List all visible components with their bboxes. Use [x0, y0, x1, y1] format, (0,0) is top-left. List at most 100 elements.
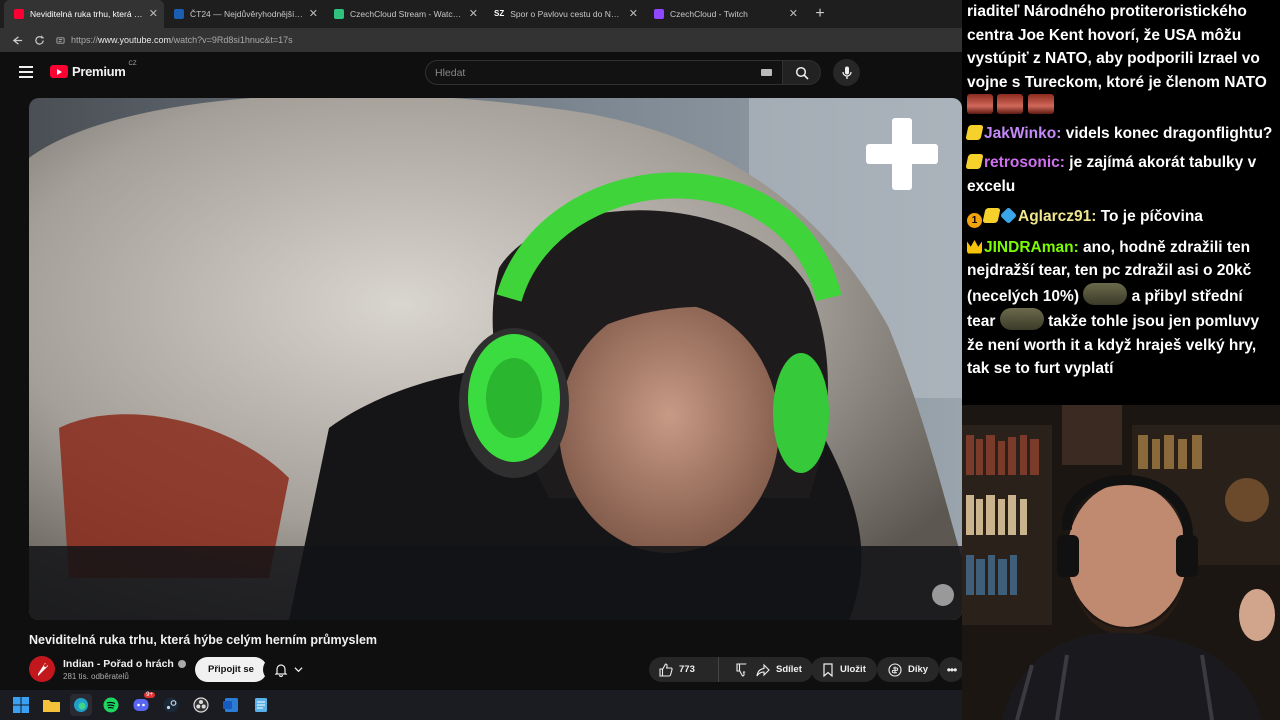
super-thanks-icon: [888, 662, 902, 677]
close-tab-icon[interactable]: ✕: [149, 7, 158, 20]
flex-badge-icon: [965, 124, 984, 140]
ct24-favicon-icon: [174, 9, 184, 19]
search-placeholder: Hledat: [435, 66, 466, 79]
close-tab-icon[interactable]: ✕: [789, 7, 798, 20]
search-input[interactable]: Hledat: [425, 60, 783, 85]
flex-badge-icon: [982, 208, 1001, 223]
chat-message: retrosonic: je zajímá akorát tabulky v e…: [965, 151, 1274, 198]
chat-username[interactable]: retrosonic:: [984, 154, 1065, 171]
emote-creature-icon: [1083, 282, 1128, 305]
stream-chat: riaditeľ Národného protiteroristického c…: [962, 0, 1280, 405]
verified-icon: [177, 660, 186, 668]
emote-creature-icon: [999, 308, 1044, 330]
thumbs-up-icon: [659, 662, 673, 677]
browser-tab-twitch[interactable]: CzechCloud - Twitch ✕: [644, 0, 804, 28]
reload-icon: [34, 35, 44, 45]
chat-message: JakWinko: videls konec dragonflightu?: [965, 122, 1274, 146]
notifications-button[interactable]: [263, 657, 313, 682]
notepad-icon[interactable]: [250, 694, 272, 716]
share-button[interactable]: Sdílet: [745, 657, 813, 682]
search-icon: [795, 66, 809, 80]
plus-icon: [866, 118, 938, 190]
back-arrow-icon: [12, 35, 22, 45]
rocket-icon: [38, 663, 48, 676]
obs-icon[interactable]: [190, 694, 212, 716]
channel-watermark-icon[interactable]: [932, 584, 954, 606]
emote-face-icon: [1027, 94, 1054, 114]
video-frame-image: [29, 98, 962, 620]
file-explorer-icon[interactable]: [40, 694, 62, 716]
tab-title: CzechCloud - Twitch: [670, 9, 748, 19]
discord-icon[interactable]: 9+: [130, 692, 155, 716]
windows-logo-icon: [13, 697, 29, 713]
url-path: /watch?v=9Rd8si1hnuc&t=17s: [171, 35, 293, 45]
menu-icon[interactable]: [19, 66, 33, 78]
channel-name[interactable]: Indian - Pořad o hrách: [63, 658, 186, 670]
browser-tab-ct24[interactable]: ČT24 — Nejdůvěryhodnější zpravo ✕: [164, 0, 324, 28]
browser-tab-youtube[interactable]: Neviditelná ruka trhu, která hýbe ✕: [4, 0, 164, 28]
chat-username[interactable]: Aglarcz91:: [1018, 208, 1096, 225]
join-button[interactable]: Připojit se: [195, 657, 267, 682]
share-icon: [756, 663, 770, 676]
close-tab-icon[interactable]: ✕: [629, 7, 638, 20]
new-tab-button[interactable]: +: [808, 2, 832, 26]
save-label: Uložit: [840, 664, 866, 675]
chat-message-text: riaditeľ Národného protiteroristického c…: [967, 3, 1267, 91]
reload-button[interactable]: [28, 29, 50, 51]
sz-favicon-icon: SZ: [494, 9, 505, 18]
logo-text: Premium: [72, 64, 126, 79]
close-tab-icon[interactable]: ✕: [469, 7, 478, 20]
edge-browser-icon[interactable]: [70, 694, 92, 716]
voice-search-button[interactable]: [833, 59, 860, 86]
chat-message-text: videls konec dragonflightu?: [1065, 124, 1273, 142]
cube-badge-icon: [1000, 207, 1017, 224]
back-button[interactable]: [6, 29, 28, 51]
emote-face-icon: [997, 94, 1024, 114]
browser-tab-czechcloud-stream[interactable]: CzechCloud Stream - Watch Live o ✕: [324, 0, 484, 28]
steam-icon[interactable]: [160, 694, 182, 716]
url-field[interactable]: https://www.youtube.com/watch?v=9Rd8si1h…: [56, 35, 293, 45]
thanks-button[interactable]: Díky: [877, 657, 940, 682]
tab-title: CzechCloud Stream - Watch Live o: [350, 9, 464, 19]
browser-tab-sz[interactable]: SZ Spor o Pavlovu cestu do NATO: „Ja ✕: [484, 0, 644, 28]
channel-avatar[interactable]: [29, 656, 55, 682]
youtube-logo[interactable]: Premium CZ: [50, 61, 137, 79]
windows-start-icon[interactable]: [10, 694, 32, 716]
like-button[interactable]: 773: [649, 657, 719, 682]
video-player[interactable]: [29, 98, 962, 620]
close-tab-icon[interactable]: ✕: [309, 7, 318, 20]
save-button[interactable]: Uložit: [811, 657, 877, 682]
chat-message: 1 Aglarcz91: To je píčovina: [967, 205, 1274, 229]
share-label: Sdílet: [776, 664, 802, 675]
like-count: 773: [679, 664, 695, 675]
notification-badge: 9+: [144, 692, 155, 698]
czechcloud-favicon-icon: [334, 9, 344, 19]
url-prefix: https://: [71, 35, 99, 45]
word-icon[interactable]: [220, 694, 242, 716]
spotify-icon[interactable]: [100, 694, 122, 716]
chat-message: riaditeľ Národného protiteroristického c…: [967, 0, 1274, 118]
browser-tab-strip: Neviditelná ruka trhu, která hýbe ✕ ČT24…: [0, 0, 962, 28]
tab-title: Spor o Pavlovu cestu do NATO: „Ja: [510, 9, 624, 19]
chat-username[interactable]: JINDRAman:: [984, 239, 1079, 256]
emote-face-icon: [967, 94, 993, 114]
chat-username[interactable]: JakWinko:: [984, 125, 1061, 142]
video-title: Neviditelná ruka trhu, která hýbe celým …: [29, 633, 378, 647]
taskbar: 9+: [0, 690, 962, 720]
youtube-masthead: Premium CZ Hledat: [0, 52, 962, 94]
site-info-icon[interactable]: [56, 36, 65, 45]
screen: Neviditelná ruka trhu, která hýbe ✕ ČT24…: [0, 0, 1280, 720]
subscriber-count: 281 tis. odběratelů: [63, 672, 129, 681]
keyboard-icon[interactable]: [761, 69, 772, 76]
address-bar: https://www.youtube.com/watch?v=9Rd8si1h…: [0, 28, 962, 52]
tab-title: ČT24 — Nejdůvěryhodnější zpravo: [190, 9, 304, 19]
crown-badge-icon: [967, 240, 982, 254]
twitch-favicon-icon: [654, 9, 664, 19]
microphone-icon: [841, 66, 852, 79]
chevron-down-icon: [293, 667, 303, 673]
more-actions-button[interactable]: •••: [939, 657, 964, 682]
channel-row: Indian - Pořad o hrách 281 tis. odběrate…: [29, 656, 964, 684]
bell-icon: [274, 663, 287, 677]
search-button[interactable]: [783, 60, 821, 85]
channel-name-text: Indian - Pořad o hrách: [63, 658, 174, 670]
